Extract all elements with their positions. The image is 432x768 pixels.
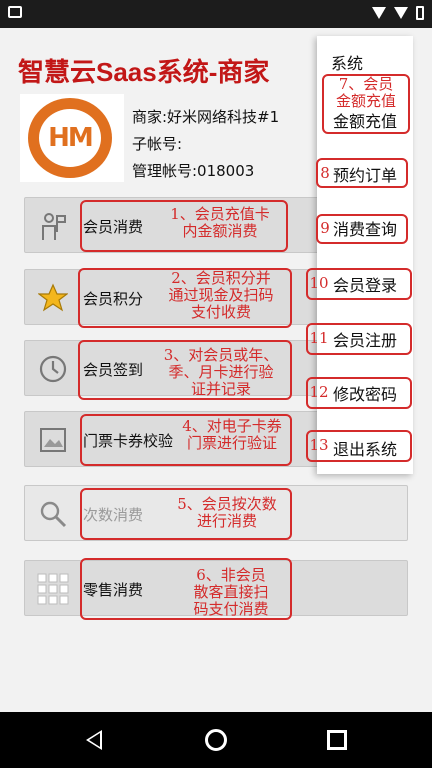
annotation-13: 13: [309, 436, 329, 454]
annotation-6: 6、非会员 散客直接扫 码支付消费: [193, 566, 269, 618]
annotation-2: 2、会员积分并 通过现金及扫码 支付收费: [168, 269, 274, 321]
annotation-9: 9: [320, 219, 330, 237]
logo-ring: HM: [28, 98, 112, 178]
menu-item-member-login[interactable]: 会员登录: [317, 272, 413, 296]
back-icon[interactable]: [86, 730, 102, 750]
status-bar: [0, 0, 432, 28]
retail-consume-label: 零售消费: [83, 581, 144, 599]
signal-icon: [394, 7, 408, 19]
dropdown-header[interactable]: 系统: [331, 50, 411, 74]
search-icon: [33, 494, 73, 534]
member-checkin-label: 会员签到: [83, 361, 144, 379]
annotation-12: 12: [309, 383, 329, 401]
navigation-bar: [0, 712, 432, 768]
count-consume-label: 次数消费: [83, 506, 144, 524]
battery-icon: [416, 6, 424, 20]
member-points-label: 会员积分: [83, 290, 144, 308]
annotation-5: 5、会员按次数 进行消费: [177, 495, 277, 530]
clock-icon: [33, 349, 73, 389]
logo-text: HM: [39, 109, 101, 167]
merchant-logo: HM: [20, 94, 124, 182]
merchant-name: 商家:好米网络科技#1: [132, 108, 280, 126]
recent-apps-icon[interactable]: [327, 730, 347, 750]
annotation-7: 7、会员 金额充值: [335, 75, 396, 110]
star-icon: [33, 278, 73, 318]
member-icon: [33, 206, 73, 246]
admin-account: 管理帐号:018003: [132, 162, 255, 180]
menu-item-change-password[interactable]: 修改密码: [317, 381, 413, 405]
annotation-1: 1、会员充值卡 内金额消费: [170, 205, 270, 240]
menu-item-recharge[interactable]: 金额充值: [317, 108, 413, 132]
wifi-icon: [372, 7, 386, 19]
ticket-verify-label: 门票卡券校验: [83, 432, 174, 450]
merchant-info: 商家:好米网络科技#1 子帐号: 管理帐号:018003: [132, 104, 279, 185]
menu-item-member-register[interactable]: 会员注册: [317, 327, 413, 351]
annotation-11: 11: [309, 329, 329, 347]
annotation-8: 8: [320, 164, 330, 182]
home-icon[interactable]: [205, 729, 227, 751]
annotation-3: 3、对会员或年、 季、月卡进行验 证并记录: [163, 346, 279, 398]
annotation-4: 4、对电子卡券 门票进行验证: [182, 417, 282, 452]
sub-account: 子帐号:: [132, 135, 183, 153]
menu-item-logout[interactable]: 退出系统: [317, 436, 413, 460]
image-icon: [33, 420, 73, 460]
status-icons: [372, 6, 424, 20]
annotation-10: 10: [309, 274, 329, 292]
app-title: 智慧云Saas系统-商家: [18, 57, 270, 87]
notification-icon: [8, 6, 22, 18]
member-consume-label: 会员消费: [83, 218, 144, 236]
grid-icon: [33, 569, 73, 609]
